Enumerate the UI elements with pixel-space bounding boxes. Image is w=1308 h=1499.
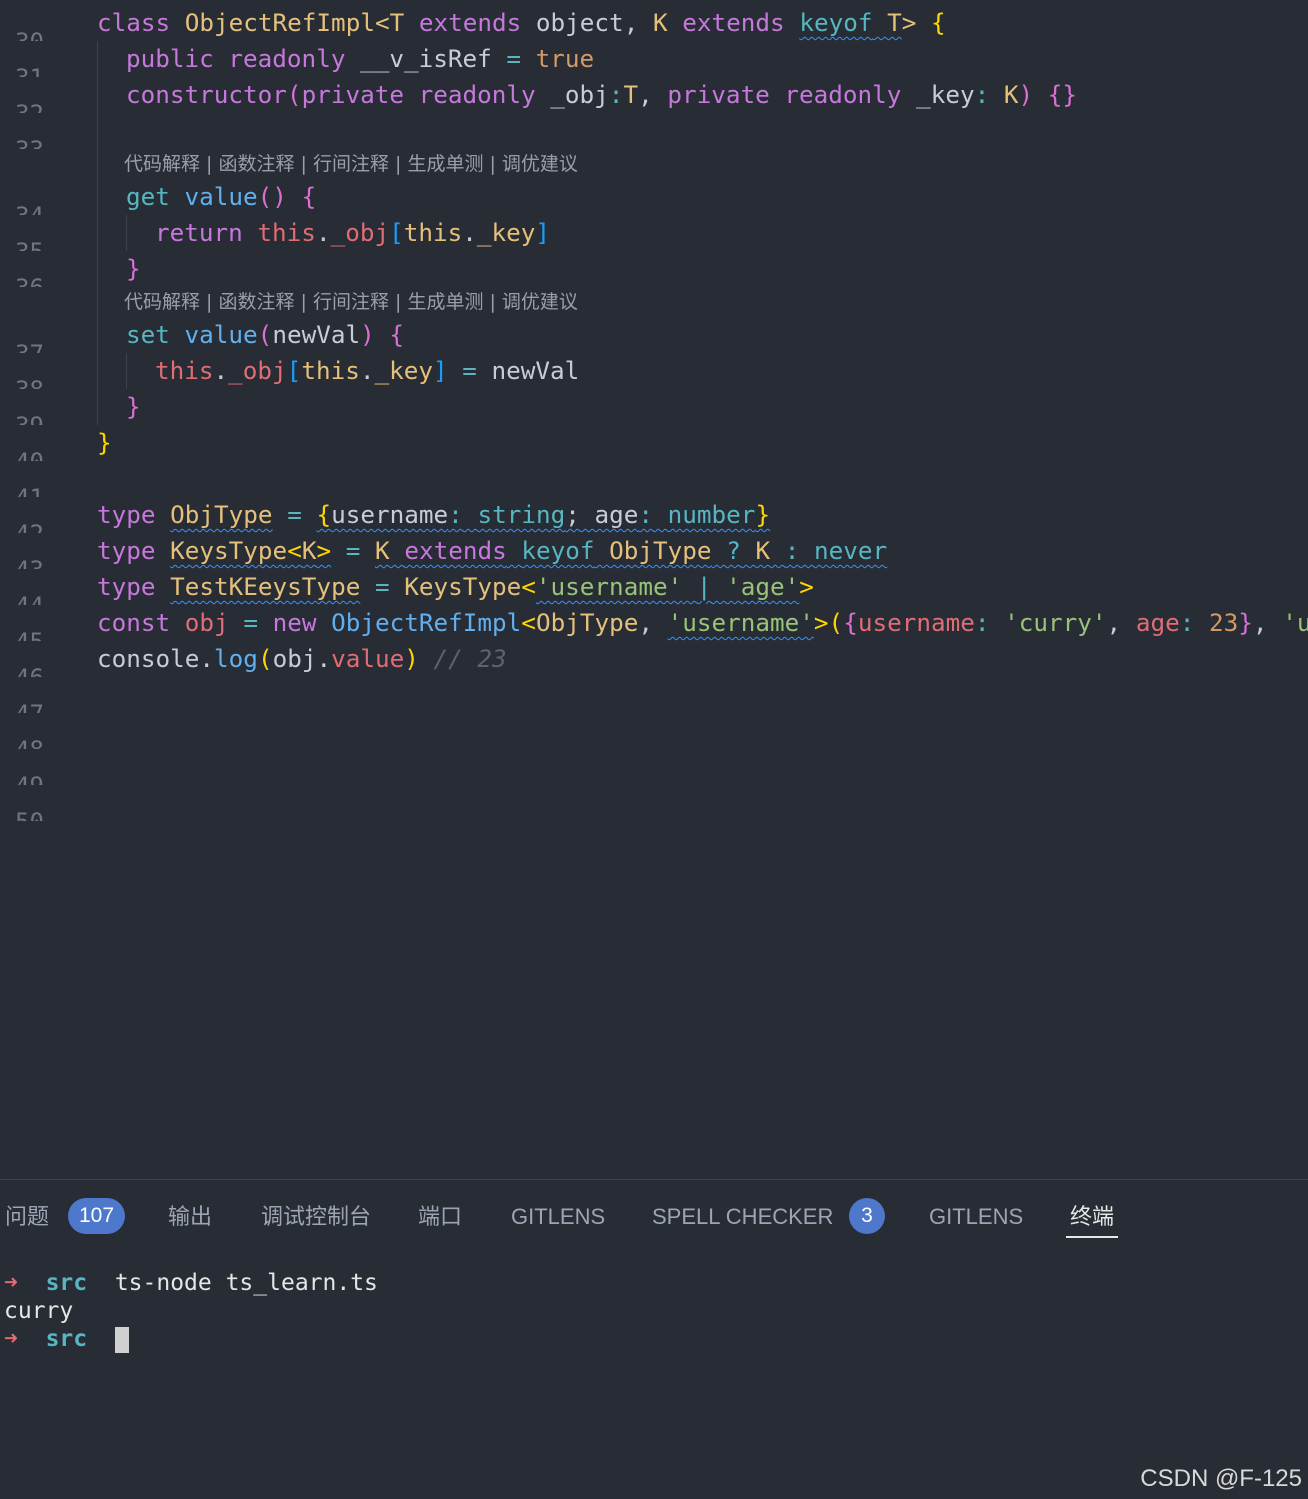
problems-count-badge: 107	[68, 1198, 125, 1234]
tab-ports[interactable]: 端口	[418, 1198, 462, 1236]
prompt-arrow-icon: ➜	[4, 1270, 18, 1296]
code-line[interactable]: 48	[0, 713, 1308, 749]
line-number: 40	[0, 444, 44, 461]
code-line[interactable]: 35 return this._obj[this._key]	[0, 215, 1308, 251]
line-number: 43	[0, 552, 44, 569]
line-number: 47	[0, 696, 44, 713]
code-line[interactable]: 34 get value() {	[0, 179, 1308, 215]
prompt-dir: src	[45, 1326, 88, 1352]
spell-count-badge: 3	[849, 1198, 885, 1234]
line-number: 30	[0, 24, 44, 41]
line-number: 34	[0, 198, 44, 215]
tab-output[interactable]: 输出	[168, 1198, 212, 1236]
line-number: 32	[0, 96, 44, 113]
code-editor[interactable]: 30 class ObjectRefImpl<T extends object,…	[0, 0, 1308, 1178]
line-number: 49	[0, 768, 44, 785]
line-number: 35	[0, 234, 44, 251]
line-number: 33	[0, 132, 44, 149]
line-number: 45	[0, 624, 44, 641]
terminal-output: curry	[4, 1298, 74, 1324]
line-number: 38	[0, 372, 44, 389]
code-line[interactable]: 49	[0, 749, 1308, 785]
prompt-arrow-icon: ➜	[4, 1326, 18, 1352]
terminal-cursor	[114, 1326, 129, 1353]
tab-gitlens[interactable]: GITLENS	[511, 1198, 605, 1236]
codelens[interactable]: 代码解释 | 函数注释 | 行间注释 | 生成单测 | 调优建议	[0, 149, 1308, 179]
code-line[interactable]: 36 }	[0, 251, 1308, 287]
code-line[interactable]: 42 type ObjType = {username: string; age…	[0, 497, 1308, 533]
tab-gitlens-2[interactable]: GITLENS	[929, 1198, 1023, 1236]
prompt-dir: src	[45, 1270, 88, 1296]
code-line[interactable]: 40 }	[0, 425, 1308, 461]
terminal-line: ➜ src	[4, 1325, 129, 1353]
code-line[interactable]: 38 this._obj[this._key] = newVal	[0, 353, 1308, 389]
line-number: 46	[0, 660, 44, 677]
code-line[interactable]: 39 }	[0, 389, 1308, 425]
code-line[interactable]: 50	[0, 785, 1308, 821]
line-number: 48	[0, 732, 44, 749]
code-line[interactable]: 47	[0, 677, 1308, 713]
code-line[interactable]: 44 type TestKEeysType = KeysType<'userna…	[0, 569, 1308, 605]
line-number: 39	[0, 408, 44, 425]
line-number: 37	[0, 336, 44, 353]
tab-spell-checker[interactable]: SPELL CHECKER	[652, 1198, 833, 1236]
code-line[interactable]: 33	[0, 113, 1308, 149]
tab-debug-console[interactable]: 调试控制台	[261, 1198, 371, 1236]
code-line[interactable]: 37 set value(newVal) {	[0, 317, 1308, 353]
code-line[interactable]: 32 constructor(private readonly _obj:T, …	[0, 77, 1308, 113]
code-line[interactable]: 43 type KeysType<K> = K extends keyof Ob…	[0, 533, 1308, 569]
line-number: 50	[0, 804, 44, 821]
bottom-panel: 问题 107 输出 调试控制台 端口 GITLENS SPELL CHECKER…	[0, 1179, 1308, 1499]
watermark: CSDN @F-125	[1140, 1465, 1302, 1492]
code-line[interactable]: 31 public readonly __v_isRef = true	[0, 41, 1308, 77]
codelens-actions[interactable]: 代码解释 | 函数注释 | 行间注释 | 生成单测 | 调优建议	[124, 287, 578, 317]
codelens[interactable]: 代码解释 | 函数注释 | 行间注释 | 生成单测 | 调优建议	[0, 287, 1308, 317]
terminal-command: ts-node ts_learn.ts	[114, 1270, 378, 1296]
line-number: 41	[0, 480, 44, 497]
tab-problems[interactable]: 问题	[5, 1198, 49, 1236]
code-line[interactable]: 46 console.log(obj.value) // 23	[0, 641, 1308, 677]
tab-terminal[interactable]: 终端	[1066, 1198, 1119, 1238]
code-line[interactable]: 41	[0, 461, 1308, 497]
panel-tabs: 问题 107 输出 调试控制台 端口 GITLENS SPELL CHECKER…	[0, 1180, 1308, 1252]
code-line[interactable]: 45 const obj = new ObjectRefImpl<ObjType…	[0, 605, 1308, 641]
terminal-line: ➜ src ts-node ts_learn.ts	[4, 1269, 378, 1297]
line-number: 42	[0, 516, 44, 533]
codelens-actions[interactable]: 代码解释 | 函数注释 | 行间注释 | 生成单测 | 调优建议	[124, 149, 578, 179]
code-line[interactable]: 30 class ObjectRefImpl<T extends object,…	[0, 5, 1308, 41]
line-number: 44	[0, 588, 44, 605]
line-number: 36	[0, 270, 44, 287]
line-number: 31	[0, 60, 44, 77]
